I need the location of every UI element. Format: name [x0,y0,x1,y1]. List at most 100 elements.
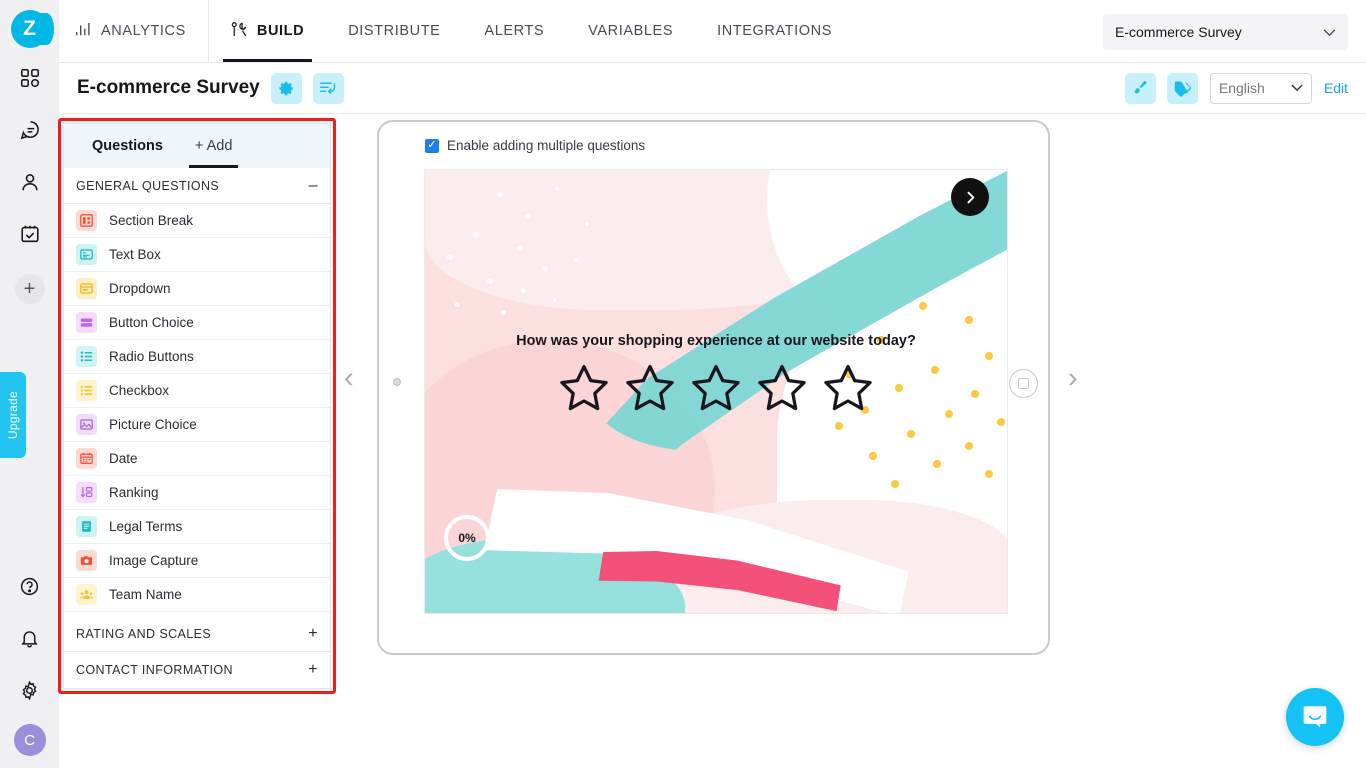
chevron-down-icon [1323,25,1336,40]
tab-questions[interactable]: Questions [76,124,179,168]
analytics-icon [75,22,93,41]
next-page-arrow[interactable]: › [1068,362,1078,395]
star-rating-item[interactable] [822,363,874,418]
contacts-icon[interactable] [8,160,52,204]
device-preview-frame: ✓ Enable adding multiple questions How w… [377,120,1050,655]
group-rating-and-scales[interactable]: RATING AND SCALES + [64,616,330,652]
group-general-questions-label: GENERAL QUESTIONS [76,178,220,193]
radio-buttons-icon [76,346,97,367]
tab-variables[interactable]: VARIABLES [566,0,695,62]
question-type-item[interactable]: Radio Buttons [64,340,330,374]
preview-white-dot [575,258,579,262]
preview-yellow-dot [965,442,973,450]
language-selector-value: English [1218,80,1265,96]
group-contact-information[interactable]: CONTACT INFORMATION + [64,652,330,688]
notifications-icon[interactable] [8,616,52,660]
enable-multiple-questions-row[interactable]: ✓ Enable adding multiple questions [425,138,645,153]
previous-page-arrow[interactable]: ‹ [344,362,354,395]
tab-analytics[interactable]: ANALYTICS [59,0,209,62]
question-type-list[interactable]: Section Break Text Box Dropdown Button Choi… [64,204,330,616]
chat-bubble-icon[interactable] [1286,688,1344,746]
question-type-item[interactable]: Dropdown [64,272,330,306]
preview-white-dot [521,288,526,293]
image-capture-icon [76,550,97,571]
question-type-item[interactable]: Image Capture [64,544,330,578]
dashboard-icon[interactable] [8,56,52,100]
chevron-down-icon [1291,81,1303,95]
preview-yellow-dot [985,470,993,478]
preview-yellow-dot [907,430,915,438]
paintbrush-icon[interactable] [1124,72,1156,104]
avatar-letter: C [24,731,35,749]
preview-white-dot [517,246,522,251]
preview-white-dot [501,310,506,315]
revert-icon[interactable] [312,72,344,104]
date-icon [76,448,97,469]
checkbox-icon [76,380,97,401]
device-home-button[interactable] [1009,369,1038,398]
tab-build[interactable]: BUILD [209,0,326,62]
sub-header-right-group: English Edit [1114,72,1348,104]
question-type-label: Team Name [109,587,182,602]
tab-build-label: BUILD [256,23,305,39]
team-name-icon [76,584,97,605]
survey-preview-screen[interactable]: How was your shopping experience at our … [424,169,1008,614]
question-type-item[interactable]: Team Name [64,578,330,612]
edit-link[interactable]: Edit [1324,80,1348,96]
star-rating-item[interactable] [624,363,676,418]
collapse-icon: – [308,176,318,194]
question-type-label: Text Box [109,247,161,262]
question-type-item[interactable]: Date [64,442,330,476]
upgrade-button[interactable]: Upgrade [0,372,26,458]
top-navigation: ANALYTICS BUILD DISTRIBUTE ALERTS VARIAB… [59,0,1366,63]
language-selector[interactable]: English [1209,72,1312,104]
progress-indicator: 0% [444,515,490,561]
question-type-item[interactable]: Button Choice [64,306,330,340]
app-logo[interactable]: Z [10,10,54,48]
preview-white-dot [473,232,479,238]
legal-terms-icon [76,516,97,537]
tag-icon[interactable] [1166,72,1198,104]
preview-white-dot [543,266,548,271]
question-type-item[interactable]: Text Box [64,238,330,272]
app-logo-letter: Z [23,17,36,40]
add-new-button[interactable]: + [14,274,45,304]
question-type-item[interactable]: Section Break [64,204,330,238]
question-type-item[interactable]: Ranking [64,476,330,510]
star-rating-group[interactable] [425,363,1007,418]
preview-white-dot [447,254,453,260]
star-rating-item[interactable] [558,363,610,418]
preview-white-dot [455,302,460,307]
preview-yellow-dot [985,352,993,360]
tab-add[interactable]: + Add [179,124,249,168]
star-rating-item[interactable] [756,363,808,418]
gear-icon[interactable] [270,72,302,104]
tab-distribute[interactable]: DISTRIBUTE [326,0,462,62]
preview-yellow-dot [933,460,941,468]
preview-yellow-dot [919,302,927,310]
preview-white-dot [555,186,560,191]
question-type-item[interactable]: Picture Choice [64,408,330,442]
question-type-label: Date [109,451,138,466]
survey-selector-value: E-commerce Survey [1115,24,1242,40]
tab-distribute-label: DISTRIBUTE [348,23,441,39]
question-type-item[interactable]: Legal Terms [64,510,330,544]
tab-integrations-label: INTEGRATIONS [717,23,832,39]
surveys-icon[interactable] [8,108,52,152]
picture-choice-icon [76,414,97,435]
star-rating-item[interactable] [690,363,742,418]
user-avatar[interactable]: C [13,724,46,756]
question-type-item[interactable]: Checkbox [64,374,330,408]
question-type-label: Legal Terms [109,519,183,534]
next-arrow-icon[interactable] [951,178,989,216]
tasks-icon[interactable] [8,212,52,256]
enable-multiple-questions-checkbox[interactable]: ✓ [425,138,439,153]
tab-alerts[interactable]: ALERTS [462,0,566,62]
questions-panel: Questions + Add GENERAL QUESTIONS – Sect… [63,123,331,689]
group-general-questions[interactable]: GENERAL QUESTIONS – [64,168,330,204]
tab-integrations[interactable]: INTEGRATIONS [695,0,854,62]
survey-selector[interactable]: E-commerce Survey [1103,14,1348,50]
sub-header: E-commerce Survey English Edit [59,63,1366,114]
help-icon[interactable] [8,564,52,608]
settings-icon[interactable] [8,668,52,712]
